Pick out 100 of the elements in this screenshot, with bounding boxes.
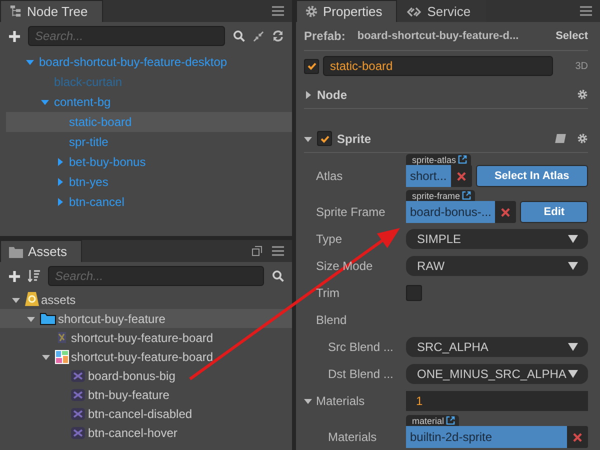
checkbox[interactable] <box>317 131 332 146</box>
atlas-icon <box>55 350 69 364</box>
dropdown-arrow-icon <box>568 342 578 350</box>
gear-icon <box>305 5 318 18</box>
caret-icon[interactable] <box>27 314 35 322</box>
caret-icon[interactable] <box>12 296 20 304</box>
property-label: Type <box>316 232 342 246</box>
external-link-icon[interactable] <box>458 155 468 164</box>
node-name: board-shortcut-buy-feature-desktop <box>39 55 228 69</box>
tab-label: Node Tree <box>27 4 88 19</box>
checkbox[interactable] <box>406 284 422 300</box>
refresh-icon[interactable] <box>272 30 284 42</box>
panel-tab[interactable]: Properties <box>296 0 398 22</box>
menu-icon[interactable] <box>272 246 284 256</box>
external-link-icon[interactable] <box>462 191 472 200</box>
menu-icon[interactable] <box>580 6 592 16</box>
caret-icon[interactable] <box>56 158 64 166</box>
close-icon[interactable] <box>501 208 510 216</box>
asset-row[interactable]: btn-cancel-disabled <box>0 404 292 423</box>
close-icon[interactable] <box>573 432 582 442</box>
caret-icon[interactable] <box>56 198 64 206</box>
caret-icon[interactable] <box>304 134 312 142</box>
database-icon <box>25 292 39 308</box>
property-label: Materials <box>316 394 365 408</box>
property-label: Materials <box>328 430 377 444</box>
asset-row[interactable]: board-bonus-big <box>0 366 292 385</box>
property-label: Sprite Frame <box>316 205 386 219</box>
tree-row[interactable]: spr-title <box>6 132 292 152</box>
dropdown[interactable]: SIMPLE <box>406 228 588 248</box>
tree-row[interactable]: btn-yes <box>6 172 292 192</box>
asset-name: shortcut-buy-feature-board <box>71 350 214 364</box>
caret-icon[interactable] <box>304 396 312 404</box>
asset-name: btn-cancel-hover <box>88 426 178 440</box>
asset-name: btn-cancel-disabled <box>88 406 192 420</box>
tab-label: Properties <box>323 4 382 19</box>
asset-row[interactable]: btn-buy-feature <box>0 385 292 404</box>
node-name: bet-buy-bonus <box>69 155 146 169</box>
caret-icon[interactable] <box>304 90 312 98</box>
node-name-field[interactable]: static-board <box>323 56 554 76</box>
select-button[interactable]: Select <box>556 30 588 42</box>
tree-row[interactable]: btn-cancel <box>6 192 292 212</box>
panel-tab[interactable]: Node Tree <box>0 0 103 22</box>
node-name: spr-title <box>69 135 108 149</box>
asset-type-tag: sprite-atlas <box>406 154 472 165</box>
prefab-label: Prefab: <box>304 29 346 43</box>
asset-row[interactable]: btn-cancel-hover <box>0 423 292 442</box>
asset-name: shortcut-buy-feature <box>58 312 166 326</box>
checkbox[interactable] <box>304 58 319 74</box>
window-icon[interactable] <box>252 246 262 256</box>
asset-field[interactable]: short... <box>406 165 451 187</box>
asset-button[interactable]: Edit <box>520 201 588 223</box>
sprite-thumbnail-icon <box>70 406 86 420</box>
asset-row[interactable]: assets <box>0 290 292 309</box>
mode-label: 3D <box>575 60 588 72</box>
section-title: Sprite <box>337 132 372 146</box>
asset-name: btn-buy-feature <box>88 388 170 402</box>
tree-row[interactable]: content-bg <box>6 92 292 112</box>
asset-type-tag: sprite-frame <box>406 190 476 201</box>
sprite-thumbnail-icon <box>70 368 86 382</box>
panel-tab[interactable]: Assets <box>0 240 82 262</box>
node-name: content-bg <box>54 95 111 109</box>
tree-row[interactable]: bet-buy-bonus <box>6 152 292 172</box>
dropdown-arrow-icon <box>568 370 578 378</box>
gear-icon[interactable] <box>577 133 588 144</box>
dropdown[interactable]: ONE_MINUS_SRC_ALPHA <box>406 364 588 384</box>
menu-icon[interactable] <box>272 6 284 16</box>
caret-icon[interactable] <box>41 98 49 106</box>
close-icon[interactable] <box>456 172 466 180</box>
sort-icon[interactable] <box>28 270 40 282</box>
search-field[interactable]: Search... <box>48 266 264 286</box>
asset-type-tag: material <box>406 415 460 426</box>
asset-field[interactable]: builtin-2d-sprite <box>406 426 567 448</box>
asset-field[interactable]: board-bonus-... <box>406 201 496 223</box>
caret-icon[interactable] <box>42 352 50 360</box>
node-name: btn-yes <box>69 175 108 189</box>
prefab-name: board-shortcut-buy-feature-d... <box>357 30 520 42</box>
gear-icon[interactable] <box>577 89 588 100</box>
asset-name: assets <box>41 292 76 306</box>
caret-icon[interactable] <box>26 58 34 66</box>
search-icon[interactable] <box>272 270 284 282</box>
number-field[interactable]: 1 <box>406 390 588 410</box>
plus-icon[interactable] <box>9 30 20 42</box>
search-icon[interactable] <box>233 30 245 42</box>
dropdown-arrow-icon <box>568 234 578 242</box>
tree-row[interactable]: board-shortcut-buy-feature-desktop <box>6 52 292 72</box>
plus-icon[interactable] <box>9 270 20 282</box>
property-label: Atlas <box>316 169 343 183</box>
section-title: Node <box>317 88 347 102</box>
property-label: Blend <box>316 312 347 326</box>
collapse-icon[interactable] <box>253 30 264 42</box>
asset-row[interactable]: shortcut-buy-feature-board <box>0 328 292 347</box>
caret-icon[interactable] <box>56 178 64 186</box>
dropdown[interactable]: SRC_ALPHA <box>406 336 588 356</box>
asset-row[interactable]: shortcut-buy-feature-board <box>0 347 292 366</box>
external-link-icon[interactable] <box>446 416 456 425</box>
search-field[interactable]: Search... <box>28 26 225 46</box>
asset-row[interactable]: shortcut-buy-feature <box>0 309 292 328</box>
dropdown[interactable]: RAW <box>406 256 588 276</box>
asset-button[interactable]: Select In Atlas <box>476 165 588 187</box>
property-label: Src Blend ... <box>328 340 394 354</box>
